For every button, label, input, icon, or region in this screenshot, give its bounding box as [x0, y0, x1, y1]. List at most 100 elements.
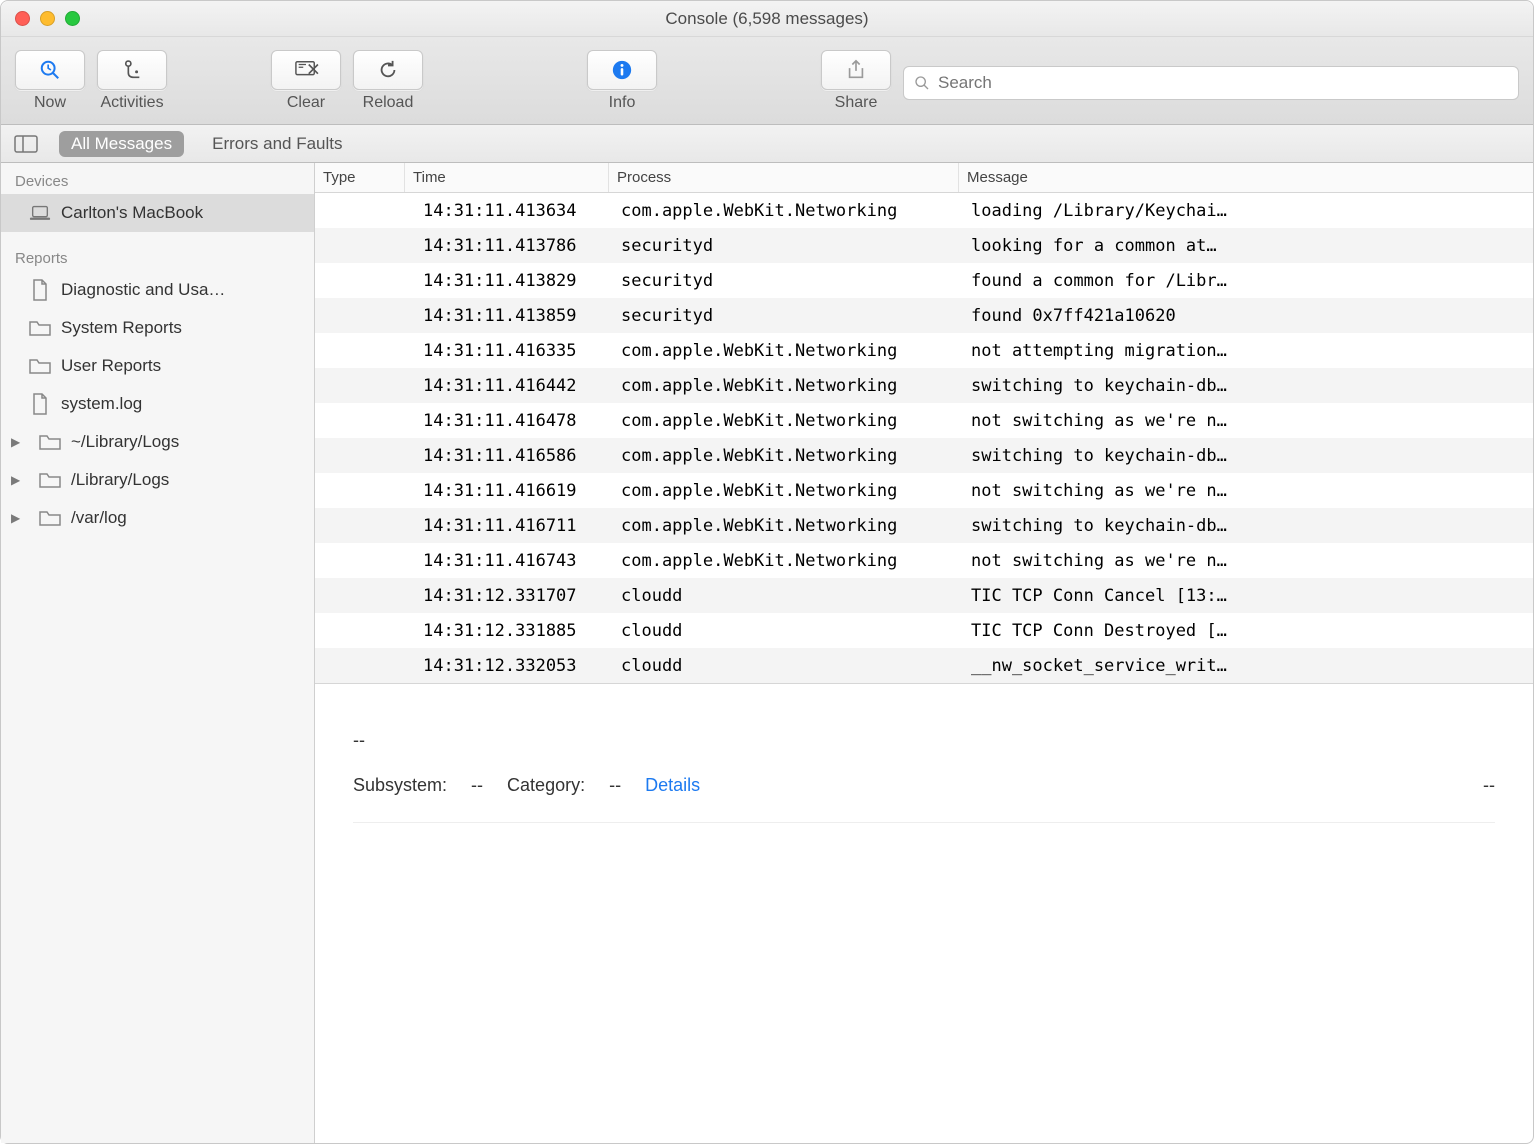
sidebar-item[interactable]: Diagnostic and Usa… — [1, 271, 314, 309]
cell-time: 14:31:11.416711 — [405, 516, 609, 536]
search-icon — [914, 75, 930, 91]
table-row[interactable]: 14:31:11.416478com.apple.WebKit.Networki… — [315, 403, 1533, 438]
sidebar-item[interactable]: ▶ /var/log — [1, 499, 314, 537]
filter-bar: All Messages Errors and Faults — [1, 125, 1533, 163]
traffic-lights — [1, 11, 80, 26]
filter-all-messages[interactable]: All Messages — [59, 131, 184, 157]
sidebar-item[interactable]: ▶ /Library/Logs — [1, 461, 314, 499]
now-icon — [39, 59, 61, 81]
folder-icon — [29, 317, 51, 339]
search-field[interactable] — [903, 66, 1519, 100]
cell-message: loading /Library/Keychai… — [959, 201, 1533, 221]
window-title: Console (6,598 messages) — [1, 9, 1533, 29]
fullscreen-window-button[interactable] — [65, 11, 80, 26]
share-icon — [845, 59, 867, 81]
col-time[interactable]: Time — [405, 163, 609, 192]
table-row[interactable]: 14:31:12.332053cloudd__nw_socket_service… — [315, 648, 1533, 683]
sidebar-item[interactable]: system.log — [1, 385, 314, 423]
cell-message: not switching as we're n… — [959, 411, 1533, 431]
main-content: Devices Carlton's MacBook Reports Diagno… — [1, 163, 1533, 1143]
sidebar-item[interactable]: ▶ ~/Library/Logs — [1, 423, 314, 461]
sidebar-item-label: /Library/Logs — [71, 470, 169, 490]
sidebar-item[interactable]: User Reports — [1, 347, 314, 385]
sidebar-item[interactable]: System Reports — [1, 309, 314, 347]
detail-dashes: -- — [353, 730, 1495, 751]
sidebar-item-label: system.log — [61, 394, 142, 414]
log-pane: Type Time Process Message 14:31:11.41363… — [315, 163, 1533, 1143]
table-row[interactable]: 14:31:11.416711com.apple.WebKit.Networki… — [315, 508, 1533, 543]
cell-message: switching to keychain-db… — [959, 516, 1533, 536]
activities-label: Activities — [100, 94, 163, 112]
share-button[interactable]: Share — [821, 50, 891, 112]
cell-time: 14:31:12.331707 — [405, 586, 609, 606]
share-label: Share — [835, 94, 878, 112]
reload-label: Reload — [363, 94, 414, 112]
toolbar: Now Activities Clear Reload Info Share — [1, 37, 1533, 125]
details-link[interactable]: Details — [645, 775, 700, 796]
cell-process: com.apple.WebKit.Networking — [609, 376, 959, 396]
cell-message: found a common for /Libr… — [959, 271, 1533, 291]
table-row[interactable]: 14:31:11.416743com.apple.WebKit.Networki… — [315, 543, 1533, 578]
table-row[interactable]: 14:31:11.413829securitydfound a common f… — [315, 263, 1533, 298]
folder-icon — [39, 431, 61, 453]
cell-process: securityd — [609, 306, 959, 326]
info-label: Info — [609, 94, 636, 112]
table-row[interactable]: 14:31:11.416442com.apple.WebKit.Networki… — [315, 368, 1533, 403]
folder-icon — [29, 355, 51, 377]
cell-message: TIC TCP Conn Cancel [13:… — [959, 586, 1533, 606]
table-row[interactable]: 14:31:11.416586com.apple.WebKit.Networki… — [315, 438, 1533, 473]
device-item[interactable]: Carlton's MacBook — [1, 194, 314, 232]
sidebar-item-label: System Reports — [61, 318, 182, 338]
table-row[interactable]: 14:31:11.416335com.apple.WebKit.Networki… — [315, 333, 1533, 368]
detail-right: -- — [1483, 775, 1495, 796]
clear-button[interactable]: Clear — [271, 50, 341, 112]
activities-button[interactable]: Activities — [97, 50, 167, 112]
cell-time: 14:31:11.416619 — [405, 481, 609, 501]
search-input[interactable] — [938, 73, 1508, 93]
cell-time: 14:31:11.413634 — [405, 201, 609, 221]
device-label: Carlton's MacBook — [61, 203, 203, 223]
table-row[interactable]: 14:31:11.416619com.apple.WebKit.Networki… — [315, 473, 1533, 508]
table-row[interactable]: 14:31:12.331707clouddTIC TCP Conn Cancel… — [315, 578, 1533, 613]
table-body[interactable]: 14:31:11.413634 com.apple.WebKit.Networki… — [315, 193, 1533, 683]
now-label: Now — [34, 94, 66, 112]
filter-errors-faults[interactable]: Errors and Faults — [200, 131, 354, 157]
table-row[interactable]: 14:31:11.413786securitydlooking for a co… — [315, 228, 1533, 263]
cell-process: cloudd — [609, 621, 959, 641]
sidebar-item-label: /var/log — [71, 508, 127, 528]
cell-message: switching to keychain-db… — [959, 446, 1533, 466]
cell-process: securityd — [609, 271, 959, 291]
cell-message: not switching as we're n… — [959, 551, 1533, 571]
folder-icon — [39, 507, 61, 529]
table-row[interactable]: 14:31:12.331885clouddTIC TCP Conn Destro… — [315, 613, 1533, 648]
cell-process: cloudd — [609, 586, 959, 606]
sidebar-item-label: ~/Library/Logs — [71, 432, 179, 452]
cell-message: not attempting migration… — [959, 341, 1533, 361]
cell-process: securityd — [609, 236, 959, 256]
table-row[interactable]: 14:31:11.413859securitydfound 0x7ff421a1… — [315, 298, 1533, 333]
cell-time: 14:31:11.413786 — [405, 236, 609, 256]
minimize-window-button[interactable] — [40, 11, 55, 26]
cell-process: com.apple.WebKit.Networking — [609, 411, 959, 431]
sidebar-toggle-button[interactable] — [9, 131, 43, 157]
activities-icon — [121, 59, 143, 81]
now-button[interactable]: Now — [15, 50, 85, 112]
cell-message: looking for a common at… — [959, 236, 1533, 256]
info-button[interactable]: Info — [587, 50, 657, 112]
table-header: Type Time Process Message — [315, 163, 1533, 193]
col-process[interactable]: Process — [609, 163, 959, 192]
col-message[interactable]: Message — [959, 163, 1533, 192]
table-row[interactable]: 14:31:11.413634com.apple.WebKit.Networki… — [315, 193, 1533, 228]
cell-process: com.apple.WebKit.Networking — [609, 481, 959, 501]
sidebar-item-label: User Reports — [61, 356, 161, 376]
disclosure-triangle-icon[interactable]: ▶ — [11, 473, 23, 487]
disclosure-triangle-icon[interactable]: ▶ — [11, 435, 23, 449]
cell-time: 14:31:12.332053 — [405, 656, 609, 676]
sidebar: Devices Carlton's MacBook Reports Diagno… — [1, 163, 315, 1143]
sidebar-item-label: Diagnostic and Usa… — [61, 280, 225, 300]
reload-button[interactable]: Reload — [353, 50, 423, 112]
close-window-button[interactable] — [15, 11, 30, 26]
col-type[interactable]: Type — [315, 163, 405, 192]
sidebar-toggle-icon — [14, 135, 38, 153]
disclosure-triangle-icon[interactable]: ▶ — [11, 511, 23, 525]
